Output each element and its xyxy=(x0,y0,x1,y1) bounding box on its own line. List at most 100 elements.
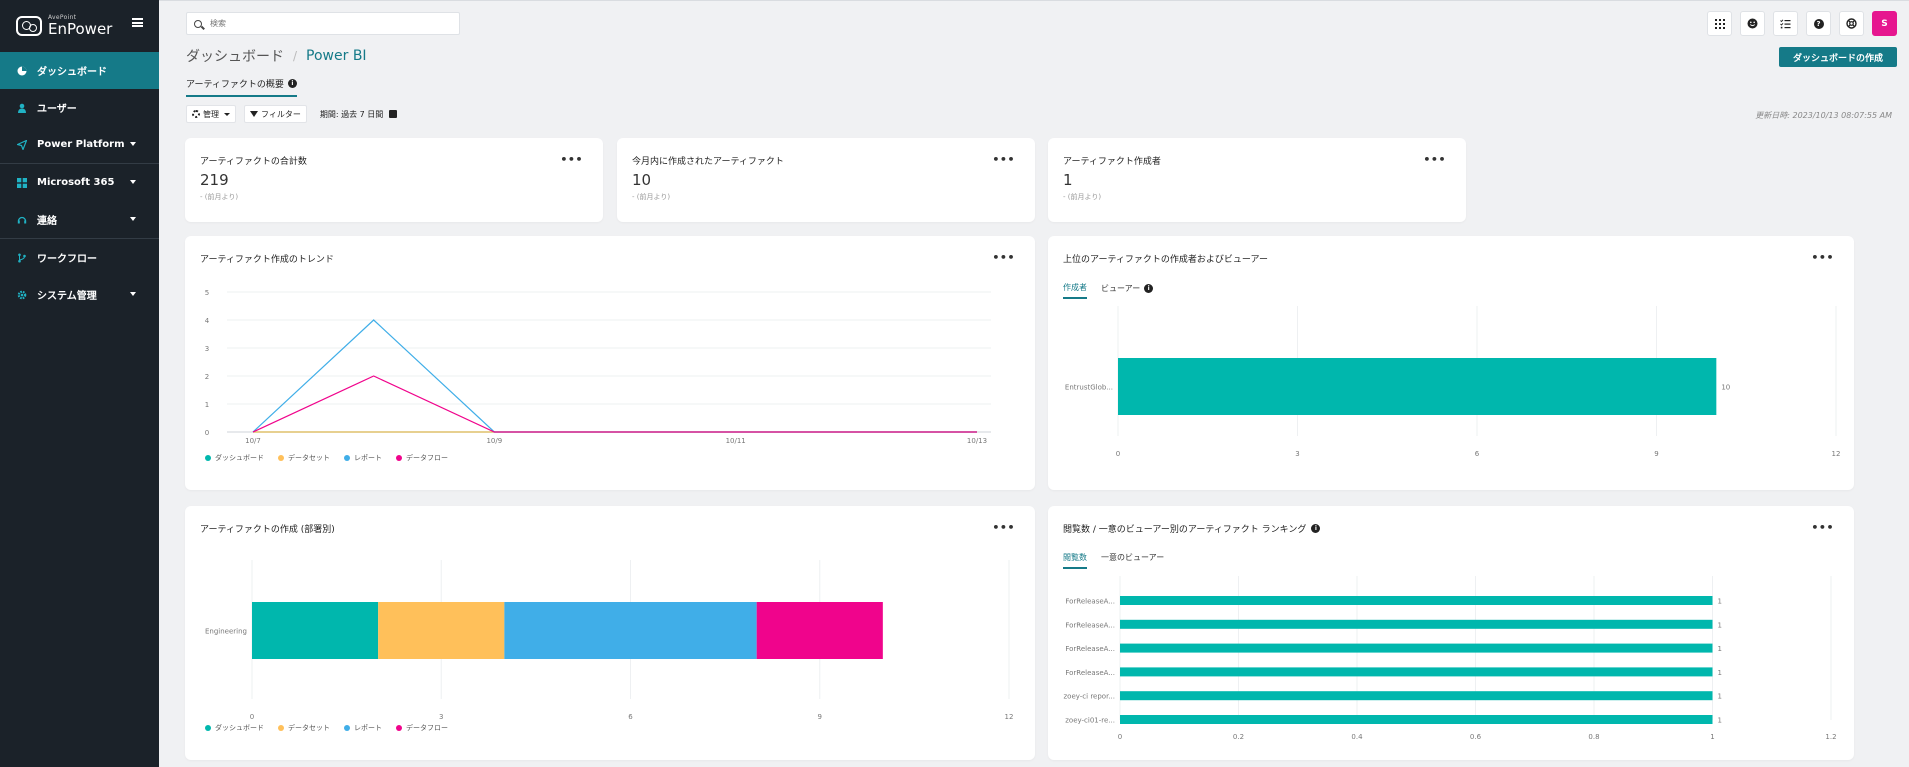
breadcrumb-current: Power BI xyxy=(306,48,367,64)
app-launcher-button[interactable] xyxy=(1707,11,1732,36)
chart-legend: ダッシュボード データセット レポート データフロー xyxy=(205,723,448,733)
hamburger-menu-icon[interactable] xyxy=(132,18,143,27)
category-label: ForReleaseA... xyxy=(1065,645,1115,653)
user-icon xyxy=(17,103,27,113)
stacked-bar-segment-4 xyxy=(756,602,883,659)
category-label: Engineering xyxy=(205,628,247,636)
tab-artifact-overview[interactable]: アーティファクトの概要 i xyxy=(186,77,297,97)
manage-button[interactable]: 管理 xyxy=(186,105,236,123)
x-tick-label: 0 xyxy=(1116,450,1120,458)
bar xyxy=(1120,715,1713,724)
legend-item[interactable]: データフロー xyxy=(396,453,448,463)
stat-value: 1 xyxy=(1063,171,1073,189)
legend-item[interactable]: レポート xyxy=(344,723,382,733)
branch-icon xyxy=(17,253,27,263)
legend-label: ダッシュボード xyxy=(215,454,264,462)
legend-item[interactable]: レポート xyxy=(344,453,382,463)
grid-icon xyxy=(17,177,27,188)
chevron-down-icon xyxy=(130,142,136,146)
sidebar-item-label: Microsoft 365 xyxy=(37,177,115,188)
category-label: ForReleaseA... xyxy=(1065,598,1115,606)
breadcrumb-root[interactable]: ダッシュボード xyxy=(186,46,284,66)
legend-item[interactable]: データセット xyxy=(278,723,330,733)
sidebar-item-label: ワークフロー xyxy=(37,254,97,265)
chart-card-by-department: アーティファクトの作成 (部署別) ••• 0 3 6 9 12 Engineering … xyxy=(185,506,1035,760)
feedback-button[interactable] xyxy=(1740,11,1765,36)
headset-icon xyxy=(17,215,27,225)
sidebar-item-label: ダッシュボード xyxy=(37,67,107,78)
filter-icon xyxy=(250,111,258,117)
sidebar-item-workflow[interactable]: ワークフロー xyxy=(0,239,159,276)
sidebar-item-users[interactable]: ユーザー xyxy=(0,89,159,126)
y-tick-label: 0 xyxy=(205,429,209,437)
x-tick-label: 0.2 xyxy=(1233,733,1244,741)
data-label: 1 xyxy=(1718,693,1722,701)
checklist-icon xyxy=(1780,19,1791,28)
stat-title: 今月内に作成されたアーティファクト xyxy=(632,157,784,167)
chevron-down-icon xyxy=(130,217,136,221)
user-avatar[interactable]: S xyxy=(1872,11,1897,36)
sidebar-item-microsoft-365[interactable]: Microsoft 365 xyxy=(0,164,159,201)
more-menu-icon[interactable]: ••• xyxy=(1423,153,1446,166)
support-button[interactable] xyxy=(1839,11,1864,36)
y-tick-label: 4 xyxy=(205,317,210,325)
legend-item[interactable]: データセット xyxy=(278,453,330,463)
stat-value: 10 xyxy=(632,171,652,189)
x-tick-label: 1.2 xyxy=(1825,733,1836,741)
x-tick-label: 9 xyxy=(818,713,822,721)
sidebar-item-communication[interactable]: 連絡 xyxy=(0,201,159,238)
x-tick-label: 3 xyxy=(1295,450,1299,458)
top-icon-bar: ? S xyxy=(1707,11,1897,36)
data-label: 1 xyxy=(1718,621,1722,629)
x-tick-label: 0.4 xyxy=(1351,733,1363,741)
bar xyxy=(1118,358,1717,415)
stat-sub: - (前月より) xyxy=(1063,193,1102,201)
brand-name: EnPower xyxy=(48,20,113,38)
create-dashboard-button[interactable]: ダッシュボードの作成 xyxy=(1779,47,1897,67)
data-label: 1 xyxy=(1718,669,1722,677)
chevron-down-icon xyxy=(224,112,230,116)
topbar-border xyxy=(159,0,1909,1)
x-tick-label: 0 xyxy=(250,713,254,721)
sidebar-nav: ダッシュボード ユーザー Power Platform Microsoft 36… xyxy=(0,52,159,313)
legend-swatch xyxy=(396,725,402,731)
category-label: ForReleaseA... xyxy=(1065,621,1115,629)
chart-card-top-creators: 上位のアーティファクトの作成者およびビューアー ••• 作成者 ビューアー i … xyxy=(1048,236,1854,490)
sidebar-item-power-platform[interactable]: Power Platform xyxy=(0,126,159,163)
stat-card-creators: アーティファクト作成者 ••• 1 - (前月より) xyxy=(1048,138,1466,222)
search-box[interactable] xyxy=(186,12,460,35)
x-tick-label: 12 xyxy=(1005,713,1014,721)
legend-label: データフロー xyxy=(406,454,448,462)
tasks-button[interactable] xyxy=(1773,11,1798,36)
x-tick-label: 0.6 xyxy=(1470,733,1482,741)
legend-item[interactable]: データフロー xyxy=(396,723,448,733)
breadcrumb: ダッシュボード / Power BI xyxy=(186,46,367,66)
legend-swatch xyxy=(278,455,284,461)
data-label: 10 xyxy=(1721,384,1730,392)
legend-item[interactable]: ダッシュボード xyxy=(205,453,264,463)
info-icon[interactable]: i xyxy=(287,79,297,88)
sidebar-item-system-management[interactable]: システム管理 xyxy=(0,276,159,313)
more-menu-icon[interactable]: ••• xyxy=(992,153,1015,166)
x-tick-label: 10/7 xyxy=(245,437,261,445)
brand[interactable]: AvePoint EnPower xyxy=(0,0,159,52)
filter-label: フィルター xyxy=(261,109,301,119)
legend-swatch xyxy=(205,725,211,731)
edit-icon[interactable] xyxy=(389,110,398,118)
filter-button[interactable]: フィルター xyxy=(244,105,307,123)
y-tick-label: 3 xyxy=(205,345,209,353)
pie-chart-icon xyxy=(17,66,27,76)
legend-item[interactable]: ダッシュボード xyxy=(205,723,264,733)
main-content: ? S ダッシュボード / Power BI ダッシュボードの作成 アーティファ… xyxy=(159,0,1909,767)
send-icon xyxy=(15,138,28,151)
x-tick-label: 10/11 xyxy=(726,437,746,445)
search-input[interactable] xyxy=(210,19,450,28)
legend-swatch xyxy=(344,455,350,461)
sidebar-item-dashboard[interactable]: ダッシュボード xyxy=(0,52,159,89)
period-selector[interactable]: 期間: 過去 7 日間 xyxy=(315,105,402,123)
stacked-bar-segment-1 xyxy=(252,602,379,659)
help-button[interactable]: ? xyxy=(1806,11,1831,36)
category-label: ForReleaseA... xyxy=(1065,669,1115,677)
stat-value: 219 xyxy=(200,171,229,189)
more-menu-icon[interactable]: ••• xyxy=(560,153,583,166)
